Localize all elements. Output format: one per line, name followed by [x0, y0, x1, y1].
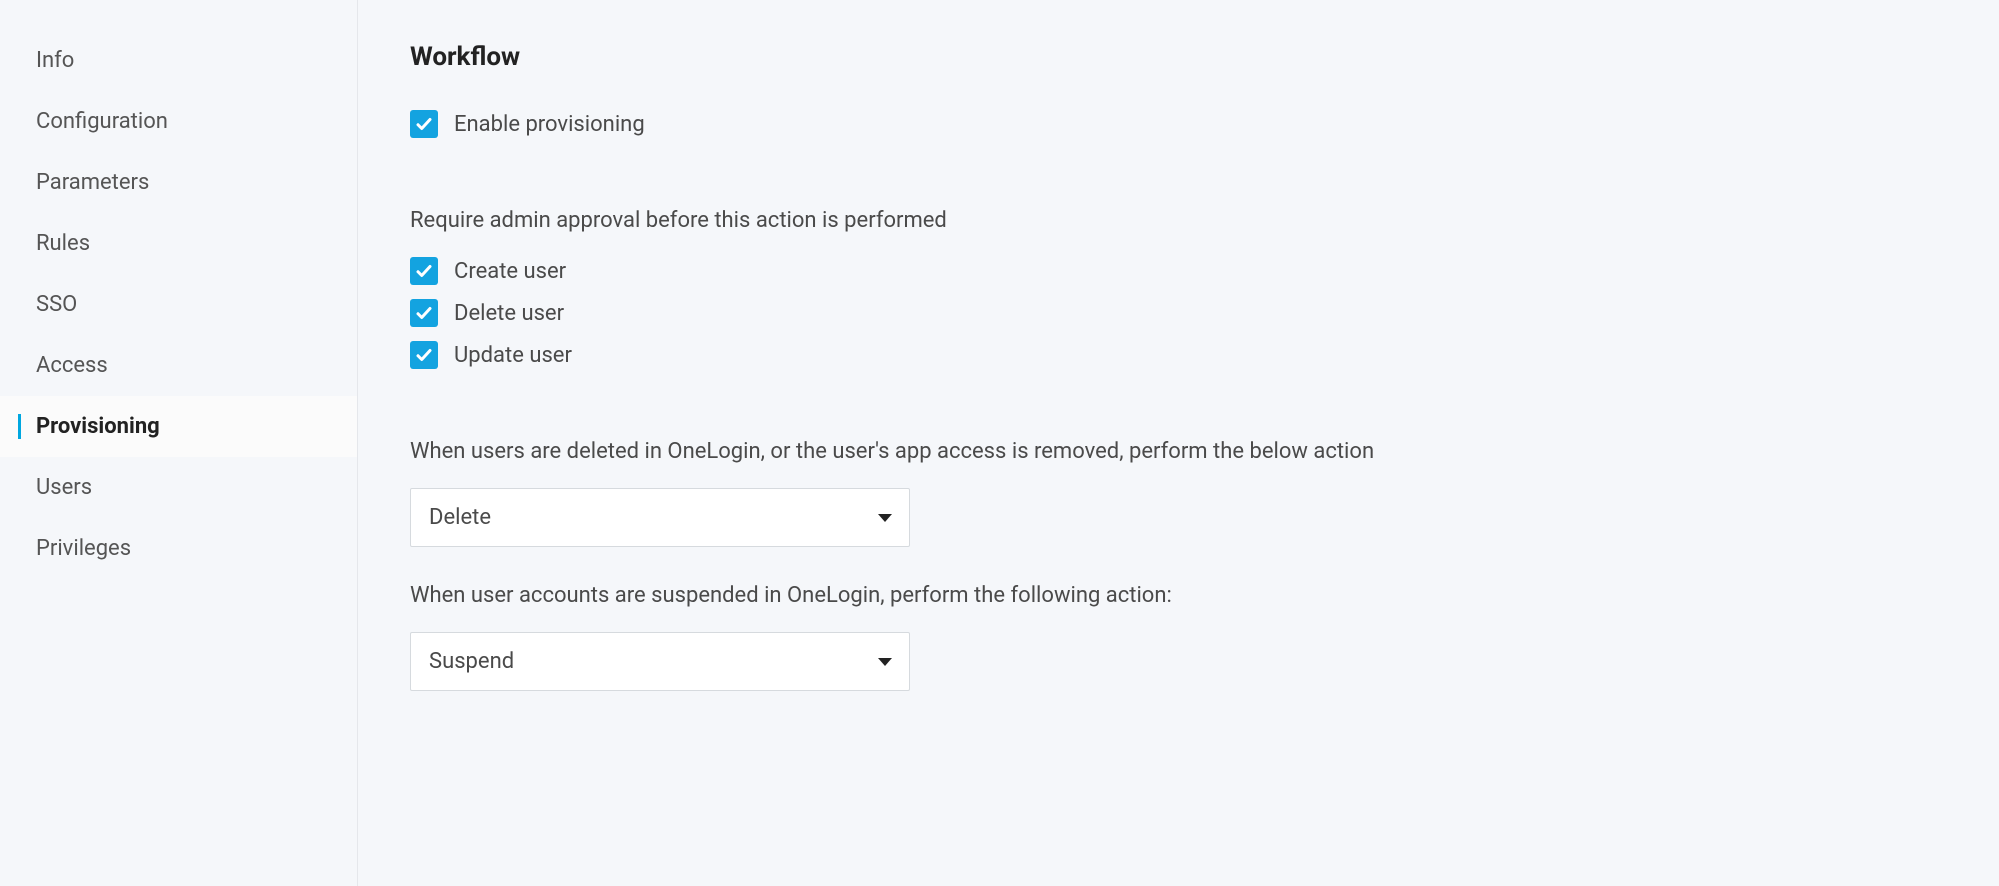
deleted-action-select-wrapper: Delete — [410, 488, 910, 547]
sidebar-item-sso[interactable]: SSO — [0, 274, 357, 335]
sidebar-item-label: Privileges — [36, 536, 131, 561]
sidebar-item-info[interactable]: Info — [0, 30, 357, 91]
require-approval-text: Require admin approval before this actio… — [410, 208, 1959, 233]
delete-user-row: Delete user — [410, 299, 1959, 327]
checkmark-icon — [415, 346, 433, 364]
delete-user-checkbox[interactable] — [410, 299, 438, 327]
update-user-checkbox[interactable] — [410, 341, 438, 369]
enable-provisioning-label: Enable provisioning — [454, 112, 645, 137]
sidebar-item-label: Access — [36, 353, 108, 378]
sidebar-item-label: Info — [36, 48, 74, 73]
sidebar-item-rules[interactable]: Rules — [0, 213, 357, 274]
checkmark-icon — [415, 115, 433, 133]
suspended-action-text: When user accounts are suspended in OneL… — [410, 583, 1959, 608]
sidebar-item-label: Rules — [36, 231, 90, 256]
suspended-action-value: Suspend — [429, 649, 514, 674]
sidebar-item-users[interactable]: Users — [0, 457, 357, 518]
create-user-row: Create user — [410, 257, 1959, 285]
enable-provisioning-row: Enable provisioning — [410, 110, 1959, 138]
deleted-action-select[interactable]: Delete — [410, 488, 910, 547]
sidebar-item-label: SSO — [36, 292, 77, 317]
sidebar: Info Configuration Parameters Rules SSO … — [0, 0, 358, 886]
sidebar-item-label: Provisioning — [36, 414, 160, 439]
sidebar-item-label: Parameters — [36, 170, 149, 195]
suspended-action-select[interactable]: Suspend — [410, 632, 910, 691]
checkmark-icon — [415, 262, 433, 280]
enable-provisioning-checkbox[interactable] — [410, 110, 438, 138]
sidebar-item-privileges[interactable]: Privileges — [0, 518, 357, 579]
sidebar-item-provisioning[interactable]: Provisioning — [0, 396, 357, 457]
suspended-action-select-wrapper: Suspend — [410, 632, 910, 691]
section-title: Workflow — [410, 42, 1959, 72]
update-user-label: Update user — [454, 343, 572, 368]
sidebar-item-label: Users — [36, 475, 92, 500]
deleted-action-value: Delete — [429, 505, 491, 530]
sidebar-item-configuration[interactable]: Configuration — [0, 91, 357, 152]
sidebar-item-parameters[interactable]: Parameters — [0, 152, 357, 213]
delete-user-label: Delete user — [454, 301, 564, 326]
main-content: Workflow Enable provisioning Require adm… — [358, 0, 1999, 886]
sidebar-item-access[interactable]: Access — [0, 335, 357, 396]
update-user-row: Update user — [410, 341, 1959, 369]
deleted-action-text: When users are deleted in OneLogin, or t… — [410, 439, 1959, 464]
checkmark-icon — [415, 304, 433, 322]
sidebar-item-label: Configuration — [36, 109, 168, 134]
create-user-checkbox[interactable] — [410, 257, 438, 285]
create-user-label: Create user — [454, 259, 566, 284]
